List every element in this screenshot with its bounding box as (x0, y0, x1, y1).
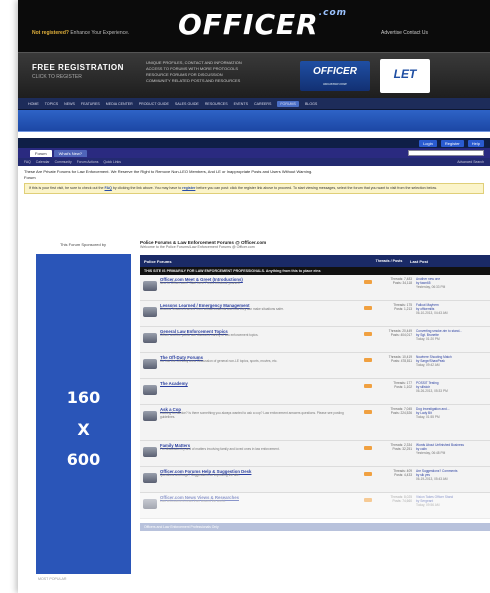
forum-row[interactable]: Officer.com Forums Help & Suggestion Des… (140, 467, 490, 493)
login-button[interactable]: Login (419, 139, 437, 147)
officer-logo[interactable]: OFFICER.com (178, 8, 347, 41)
forum-title-link[interactable]: The Academy (160, 381, 356, 386)
nav-features[interactable]: FEATURES (81, 102, 100, 106)
subnav-quick-links[interactable]: Quick Links (103, 160, 121, 164)
blue-banner (18, 110, 490, 132)
rss-icon[interactable] (364, 280, 372, 284)
rss-icon[interactable] (364, 410, 372, 414)
forum-row[interactable]: General Law Enforcement Topics Officer an… (140, 327, 490, 353)
sticky-notice: THIS SITE IS PRIMARILY FOR LAW ENFORCEME… (140, 267, 490, 275)
forum-icon (143, 385, 157, 395)
faq-link[interactable]: FAQ (105, 186, 112, 190)
forum-table-header: Police Forums Threads / Posts Last Post (140, 255, 490, 267)
nav-media-center[interactable]: MEDIA CENTER (106, 102, 133, 106)
forum-row[interactable]: Lessons Learned / Emergency Management Di… (140, 301, 490, 327)
forum-icon (143, 307, 157, 317)
subnav-calendar[interactable]: Calendar (36, 160, 50, 164)
registration-subtitle: CLICK TO REGISTER (32, 74, 82, 80)
sponsor-label: This Forum Sponsored by (59, 242, 107, 247)
forum-icon (143, 447, 157, 457)
forums-subtitle: Welcome to the Police Forums/Law Enforce… (140, 245, 255, 249)
nav-home[interactable]: HOME (28, 102, 39, 106)
most-popular-heading: MOST POPULAR (38, 577, 67, 581)
rss-icon[interactable] (364, 446, 372, 450)
nav-product-guide[interactable]: PRODUCT GUIDE (139, 102, 169, 106)
rss-icon[interactable] (364, 306, 372, 310)
forum-icon (143, 359, 157, 369)
top-links[interactable]: Advertise Contact Us (381, 30, 428, 36)
left-sidebar: This Forum Sponsored by 160 X 600 MOST P… (24, 236, 142, 593)
registration-banner[interactable]: FREE REGISTRATION CLICK TO REGISTER UNIQ… (18, 52, 490, 98)
forum-row[interactable]: Officer.com News Views & Researches Law e… (140, 493, 490, 519)
forum-icon (143, 499, 157, 509)
content-area: This Forum Sponsored by 160 X 600 MOST P… (18, 236, 490, 593)
forum-row[interactable]: Ask a Cop Looking for advice? Is there so… (140, 405, 490, 441)
officer-brand-logo[interactable]: OFFICER REGISTER NOW (300, 61, 370, 91)
welcome-infobox: If this is your first visit, be sure to … (24, 183, 484, 194)
forums-title: Police Forums & Law Enforcement Forums @… (140, 240, 267, 245)
advanced-search-link[interactable]: Advanced Search (457, 160, 484, 164)
tab-whats-new[interactable]: What's New? (53, 149, 87, 157)
main-nav: HOME TOPICS NEWS FEATURES MEDIA CENTER P… (18, 98, 490, 110)
subnav-community[interactable]: Community (55, 160, 72, 164)
rss-icon[interactable] (364, 384, 372, 388)
site-notice: These Are Private Forums for Law Enforce… (18, 166, 490, 180)
forum-icon (143, 333, 157, 343)
forum-row[interactable]: The Academy Threads: 177 Posts: 1,102 POS… (140, 379, 490, 405)
nav-forums[interactable]: FORUMS (277, 100, 299, 107)
rss-icon[interactable] (364, 472, 372, 476)
registration-benefits: UNIQUE PROFILES, CONTACT AND INFORMATION… (146, 60, 242, 83)
forum-breadcrumb[interactable]: Forum (24, 175, 484, 181)
nav-resources[interactable]: RESOURCES (205, 102, 228, 106)
forum-page: Not registered? Enhance Your Experience.… (18, 0, 490, 593)
forum-row[interactable]: Family Matters For discussion by and of m… (140, 441, 490, 467)
tab-forum[interactable]: Forum (30, 149, 52, 157)
rss-icon[interactable] (364, 332, 372, 336)
login-bar: Login Register Help (18, 138, 490, 148)
forum-row[interactable]: The Off-Duty Forums Go into the Off-Duty … (140, 353, 490, 379)
forum-tabs: Forum What's New? (18, 148, 490, 158)
registration-title: FREE REGISTRATION (32, 63, 124, 72)
sub-nav: FAQ Calendar Community Forum Actions Qui… (18, 158, 490, 166)
top-banner: Not registered? Enhance Your Experience.… (18, 0, 490, 52)
ad-banner-160x600[interactable]: 160 X 600 (36, 254, 131, 574)
forum-icon (143, 411, 157, 421)
register-link[interactable]: register (182, 186, 195, 190)
nav-topics[interactable]: TOPICS (45, 102, 58, 106)
rss-icon[interactable] (364, 498, 372, 502)
nav-events[interactable]: EVENTS (234, 102, 248, 106)
rss-icon[interactable] (364, 358, 372, 362)
register-tagline[interactable]: Not registered? Enhance Your Experience. (32, 30, 129, 36)
let-logo: LET (380, 59, 430, 93)
nav-careers[interactable]: CAREERS (254, 102, 271, 106)
forum-row[interactable]: Officer.com Meet & Greet (Introductions)… (140, 275, 490, 301)
forum-footer-bar: Officers and Law Enforcement Professiona… (140, 523, 490, 531)
forum-list: Police Forums & Law Enforcement Forums @… (140, 236, 490, 531)
search-input[interactable] (408, 150, 484, 156)
nav-blogs[interactable]: BLOGS (305, 102, 317, 106)
nav-sales-guide[interactable]: SALES GUIDE (175, 102, 199, 106)
help-button[interactable]: Help (467, 139, 484, 147)
forum-icon (143, 473, 157, 483)
nav-news[interactable]: NEWS (64, 102, 75, 106)
subnav-faq[interactable]: FAQ (24, 160, 31, 164)
subnav-forum-actions[interactable]: Forum Actions (77, 160, 99, 164)
forum-icon (143, 281, 157, 291)
register-button[interactable]: Register (440, 139, 464, 147)
